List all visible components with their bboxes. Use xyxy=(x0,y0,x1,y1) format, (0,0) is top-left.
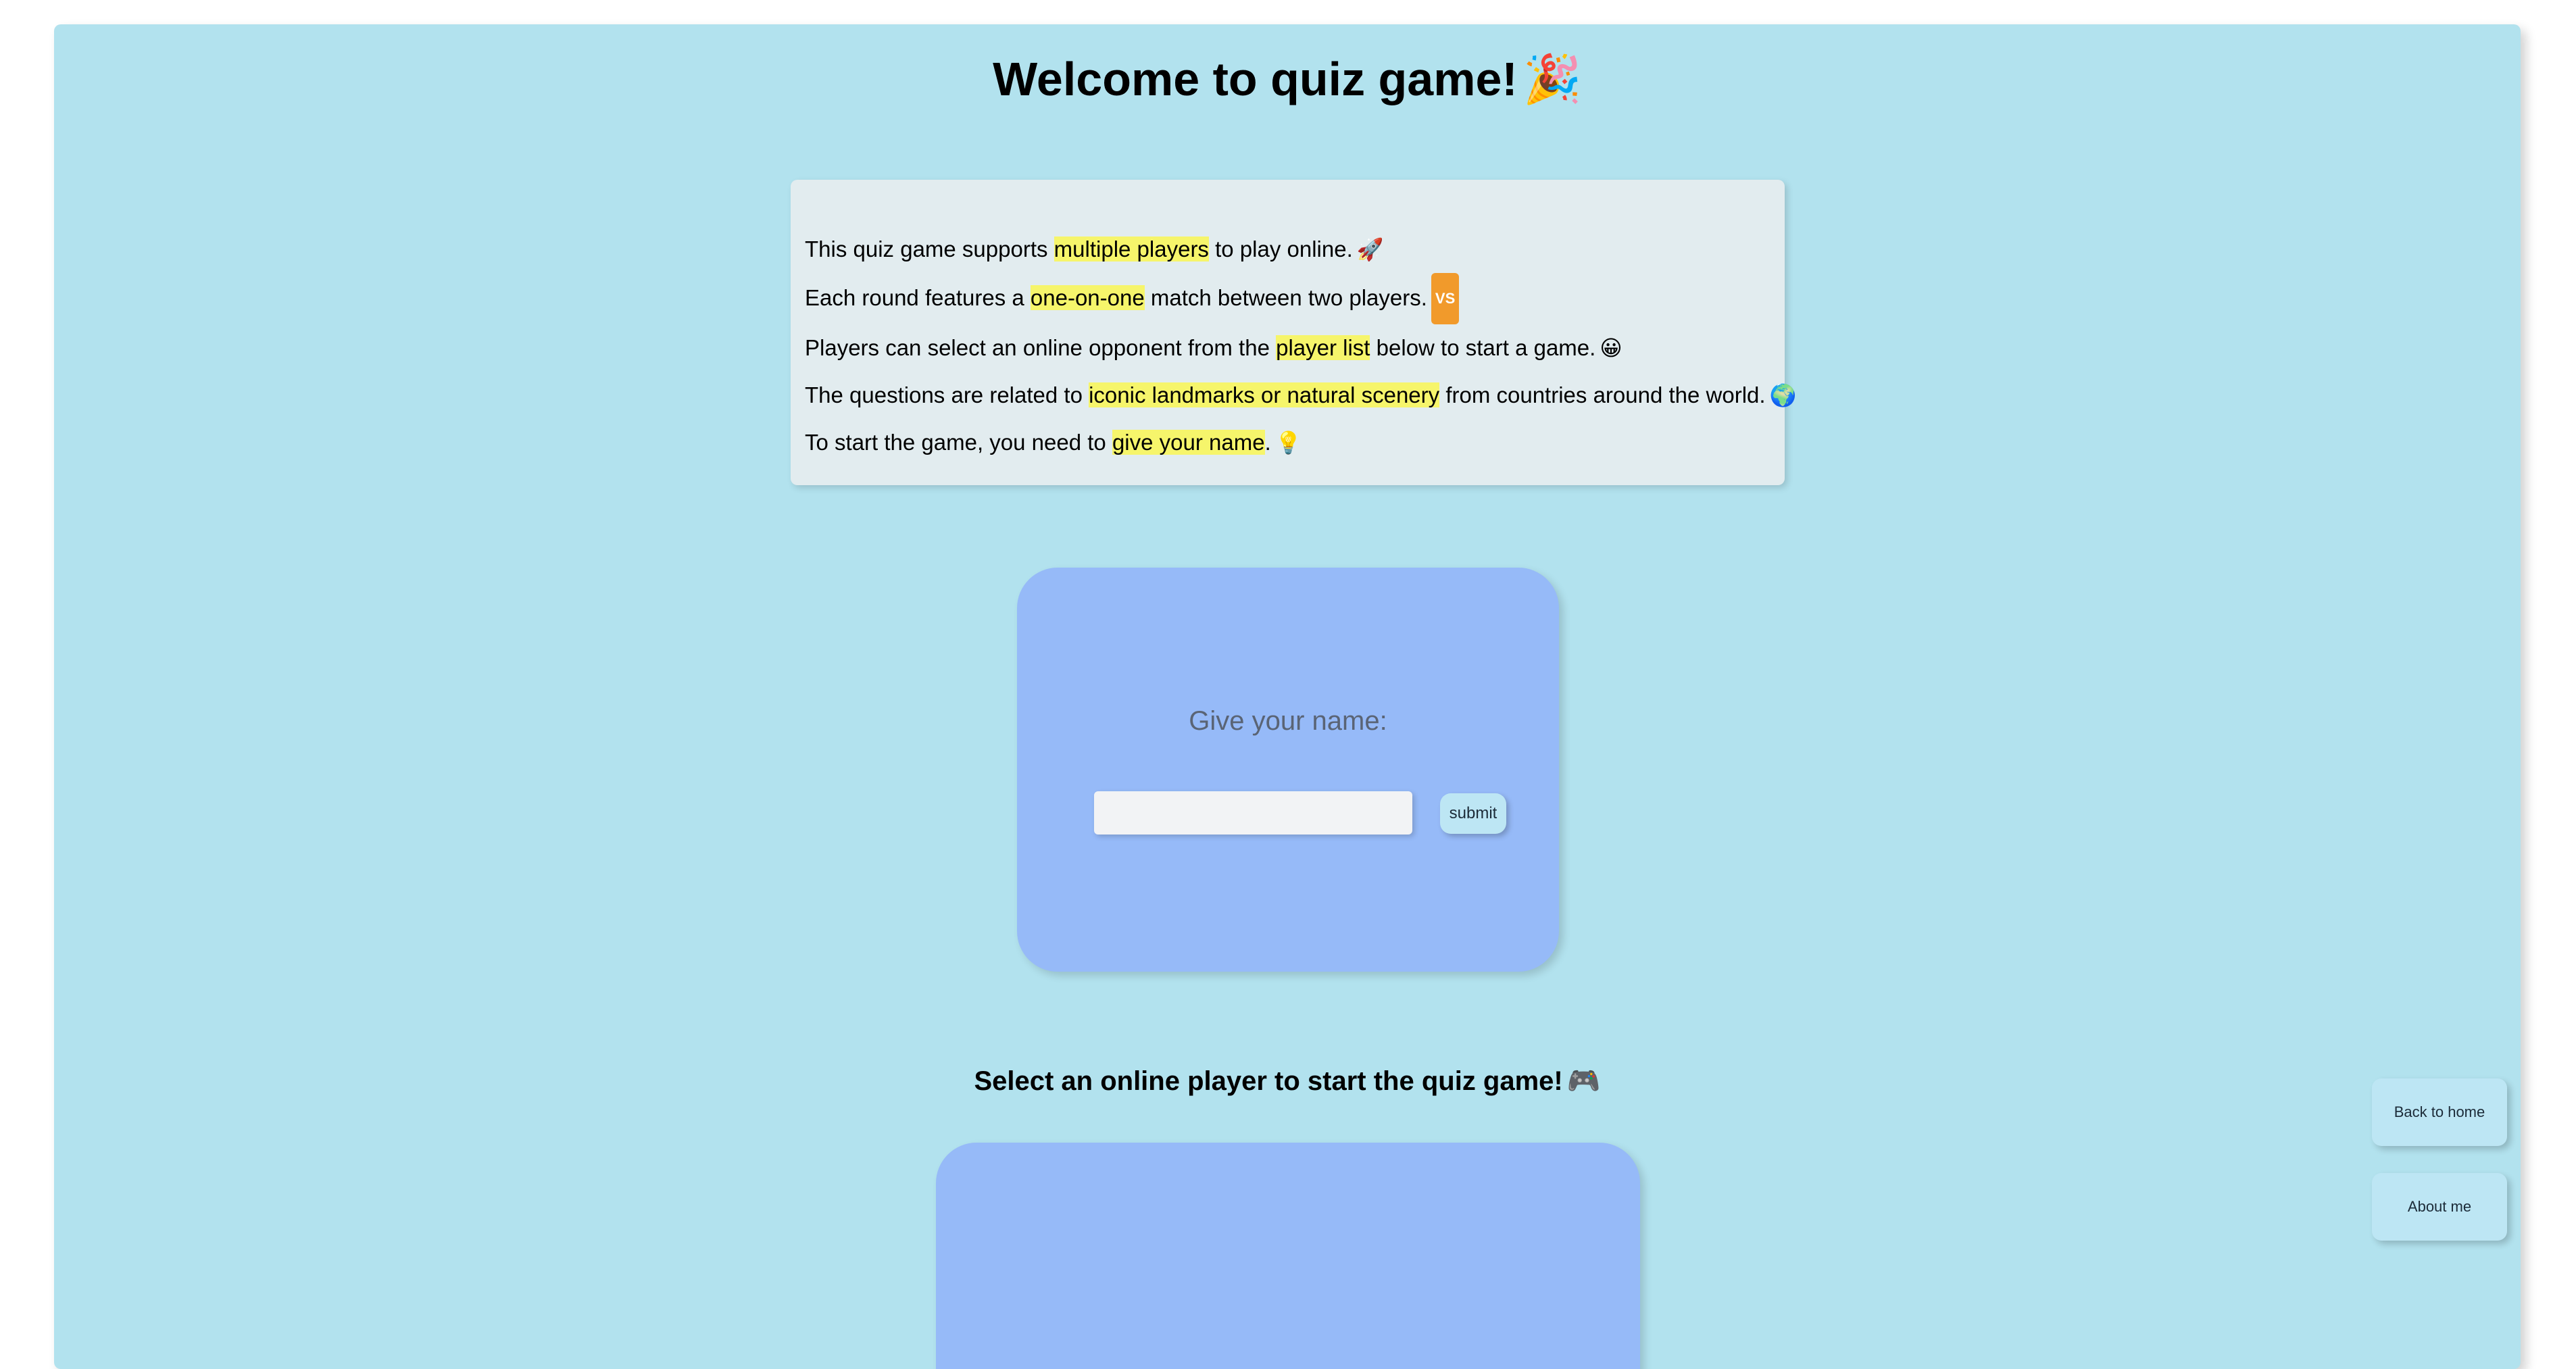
intro-line: This quiz game supports multiple players… xyxy=(805,226,1785,273)
player-list xyxy=(936,1143,1640,1369)
page-container: Welcome to quiz game! 🎉 This quiz game su… xyxy=(54,24,2521,1369)
player-select-heading: Select an online player to start the qui… xyxy=(54,1065,2521,1097)
player-select-heading-text: Select an online player to start the qui… xyxy=(974,1066,1563,1096)
name-label: Give your name: xyxy=(1189,706,1387,736)
intro-line: Each round features a one-on-one match b… xyxy=(805,273,1785,324)
party-popper-icon: 🎉 xyxy=(1522,51,1582,107)
intro-highlight: one-on-one xyxy=(1030,285,1145,310)
game-controller-icon: 🎮 xyxy=(1566,1066,1601,1097)
back-to-home-button[interactable]: Back to home xyxy=(2372,1078,2507,1146)
intro-line: The questions are related to iconic land… xyxy=(805,372,1796,419)
intro-text: To start the game, you need to xyxy=(805,430,1112,455)
page-title: Welcome to quiz game! 🎉 xyxy=(54,51,2521,107)
intro-text: below to start a game. xyxy=(1370,335,1596,360)
page-title-text: Welcome to quiz game! xyxy=(993,53,1518,105)
intro-text: from countries around the world. xyxy=(1439,382,1766,407)
lightbulb-icon: 💡 xyxy=(1274,430,1302,455)
name-form-card: Give your name: submit xyxy=(1017,568,1559,972)
intro-line: Players can select an online opponent fr… xyxy=(805,324,1785,372)
vs-icon: VS xyxy=(1431,273,1460,324)
intro-text: The questions are related to xyxy=(805,382,1089,407)
intro-panel: This quiz game supports multiple players… xyxy=(791,180,1796,485)
intro-text: Each round features a xyxy=(805,285,1031,310)
about-me-button[interactable]: About me xyxy=(2372,1173,2507,1241)
smiley-icon: 😀 xyxy=(1600,335,1623,361)
rocket-icon: 🚀 xyxy=(1356,237,1384,262)
intro-text: match between two players. xyxy=(1144,285,1427,310)
intro-text: to play online. xyxy=(1208,237,1353,262)
intro-text: This quiz game supports xyxy=(805,237,1054,262)
name-input[interactable] xyxy=(1094,791,1412,835)
intro-highlight: player list xyxy=(1276,335,1370,360)
intro-line: To start the game, you need to give your… xyxy=(805,419,1785,466)
intro-highlight: give your name xyxy=(1112,430,1265,455)
intro-highlight: multiple players xyxy=(1054,237,1209,262)
globe-icon: 🌍 xyxy=(1769,382,1797,408)
intro-highlight: iconic landmarks or natural scenery xyxy=(1089,382,1440,407)
intro-text: Players can select an online opponent fr… xyxy=(805,335,1277,360)
submit-button[interactable]: submit xyxy=(1440,793,1506,834)
intro-text: . xyxy=(1264,430,1271,455)
